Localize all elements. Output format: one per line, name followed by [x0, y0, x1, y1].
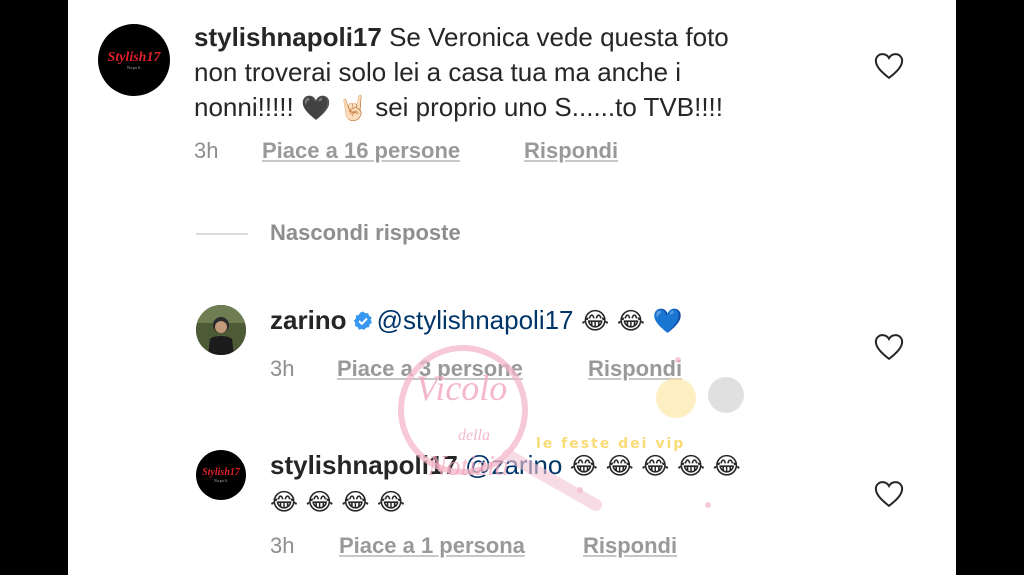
reply-button[interactable]: Rispondi [588, 356, 682, 382]
reply-button[interactable]: Rispondi [524, 138, 618, 164]
divider-line [196, 233, 248, 235]
comment-time: 3h [194, 138, 219, 163]
avatar-logo-text: Stylish17 [202, 466, 240, 478]
reply-1: zarino @stylishnapoli17 😂 😂 💙 3h Piace a … [68, 290, 956, 400]
avatar-logo-text: Stylish17 [107, 49, 161, 65]
reply-meta: 3h Piace a 1 persona Rispondi [270, 533, 730, 559]
avatar[interactable] [196, 305, 246, 355]
likes-link[interactable]: Piace a 3 persone [337, 356, 523, 382]
avatar[interactable]: Stylish17 Napoli [98, 24, 170, 96]
comment-username[interactable]: stylishnapoli17 [194, 22, 382, 52]
reply-2: Stylish17 Napoli stylishnapoli17 @zarino… [68, 440, 956, 575]
horns-emoji: 🤘🏻 [338, 94, 368, 122]
reply-time: 3h [270, 533, 295, 558]
avatar-logo-subtext: Napoli [127, 64, 141, 70]
heart-icon[interactable] [874, 52, 904, 80]
verified-badge-icon [353, 311, 372, 330]
reply-body: stylishnapoli17 @zarino 😂 😂 😂 😂 😂 😂 😂 😂 … [270, 448, 870, 520]
avatar[interactable]: Stylish17 Napoli [196, 450, 246, 500]
comment-text-line2: non troverai solo lei a casa tua ma anch… [194, 57, 682, 87]
heart-icon[interactable] [874, 333, 904, 361]
instagram-comments-panel: Stylish17 Napoli stylishnapoli17 Se Vero… [68, 0, 956, 575]
likes-link[interactable]: Piace a 1 persona [339, 533, 525, 559]
emoji-group: 😂 😂 💙 [573, 307, 683, 335]
comment-text-line3a: nonni!!!!! [194, 92, 301, 122]
comment-text-line1: Se Veronica vede questa foto [381, 22, 729, 52]
emoji-group: 😂 😂 😂 😂 [270, 488, 406, 516]
reply-username[interactable]: zarino [270, 305, 347, 335]
comment-text-line3b: sei proprio uno S......to TVB!!!! [367, 92, 724, 122]
emoji-group: 😂 😂 😂 😂 😂 [562, 452, 741, 480]
avatar-logo-subtext: Napoli [214, 477, 228, 483]
comment-meta: 3h Piace a 16 persone Rispondi [194, 138, 694, 164]
mention-link[interactable]: @stylishnapoli17 [377, 305, 574, 335]
comment-body: stylishnapoli17 Se Veronica vede questa … [194, 20, 894, 126]
reply-time: 3h [270, 356, 295, 381]
mention-link[interactable]: @zarino [465, 450, 562, 480]
reply-username[interactable]: stylishnapoli17 [270, 450, 458, 480]
hide-replies-label: Nascondi risposte [270, 220, 461, 245]
heart-icon[interactable] [874, 480, 904, 508]
reply-button[interactable]: Rispondi [583, 533, 677, 559]
likes-link[interactable]: Piace a 16 persone [262, 138, 460, 164]
comment-1: Stylish17 Napoli stylishnapoli17 Se Vero… [68, 0, 956, 200]
black-heart-emoji: 🖤 [300, 94, 331, 122]
reply-body: zarino @stylishnapoli17 😂 😂 💙 [270, 303, 870, 339]
person-photo-icon [196, 305, 246, 355]
reply-meta: 3h Piace a 3 persone Rispondi [270, 356, 730, 382]
